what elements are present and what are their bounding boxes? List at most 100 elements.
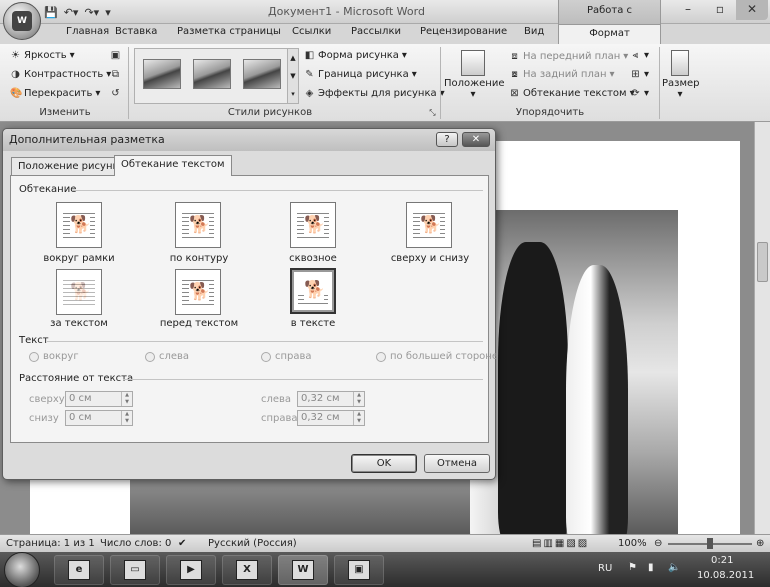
wrap-right-radio[interactable]: справа [261, 351, 312, 362]
office-button[interactable]: W [3, 2, 41, 40]
zoom-level[interactable]: 100% [618, 538, 647, 549]
zoom-out-icon[interactable]: ⊖ [654, 538, 662, 549]
taskbar-excel[interactable]: X [222, 555, 272, 585]
tab-mailings[interactable]: Рассылки [351, 26, 401, 37]
zoom-slider-knob[interactable] [707, 538, 713, 549]
vertical-scrollbar[interactable] [754, 122, 770, 534]
undo-icon[interactable]: ↶▾ [64, 6, 79, 19]
cancel-button[interactable]: Отмена [424, 454, 490, 473]
distance-top-input[interactable]: 0 см ▲ ▼ [65, 391, 133, 407]
divider [47, 341, 483, 342]
help-icon[interactable]: ? [436, 132, 458, 147]
dog-icon: 🐕 [70, 215, 92, 235]
style-thumb[interactable] [143, 59, 181, 89]
clock-time[interactable]: 0:21 [711, 555, 733, 566]
distance-right-input[interactable]: 0,32 см ▲ ▼ [297, 410, 365, 426]
maximize-icon[interactable]: ▫ [704, 0, 736, 20]
distance-bottom-input[interactable]: 0 см ▲ ▼ [65, 410, 133, 426]
wrap-top-bottom-option[interactable]: 🐕 [406, 202, 452, 248]
language-indicator[interactable]: Русский (Россия) [208, 538, 297, 549]
align-icon[interactable]: ⫷ ▾ [630, 50, 649, 61]
wrap-inline-option[interactable]: 🐕 [290, 268, 336, 314]
tab-page-layout[interactable]: Разметка страницы [177, 26, 281, 37]
ok-button[interactable]: OK [351, 454, 417, 473]
spinner-arrows-icon[interactable]: ▲ ▼ [121, 411, 132, 425]
picture-styles-gallery[interactable]: ▲ ▼ ▾ [134, 48, 299, 104]
wrap-largest-side-radio[interactable]: по большей стороне [376, 351, 498, 362]
wrap-through-label: сквозное [289, 253, 337, 264]
size-button[interactable]: Размер ▾ [662, 50, 700, 100]
picture-effects-button[interactable]: ◈ Эффекты для рисунка ▾ [304, 88, 445, 99]
customize-qat-icon[interactable]: ▾ [105, 6, 111, 19]
proofing-icon[interactable]: ✔ [178, 538, 186, 549]
dialog-title: Дополнительная разметка [9, 133, 165, 146]
brightness-button[interactable]: ☀ Яркость ▾ [10, 50, 75, 61]
picture-shape-button[interactable]: ◧ Форма рисунка ▾ [304, 50, 407, 61]
tab-text-wrapping[interactable]: Обтекание текстом [114, 155, 232, 176]
rotate-icon[interactable]: ⟳ ▾ [630, 88, 649, 99]
change-picture-icon[interactable]: ⧉ [110, 69, 121, 80]
dialog-title-bar[interactable]: Дополнительная разметка ? ✕ [3, 129, 495, 151]
spinner-arrows-icon[interactable]: ▲ ▼ [353, 392, 364, 406]
ribbon: ☀ Яркость ▾ ◑ Контрастность ▾ 🎨 Перекрасить ▾ … [0, 44, 770, 122]
distance-left-input[interactable]: 0,32 см ▲ ▼ [297, 391, 365, 407]
tray-volume-icon[interactable]: 🔈 [668, 562, 680, 573]
taskbar-word[interactable]: W [278, 555, 328, 585]
zoom-in-icon[interactable]: ⊕ [756, 538, 764, 549]
recolor-icon: 🎨 [10, 88, 23, 99]
wrap-left-radio[interactable]: слева [145, 351, 189, 362]
close-icon[interactable]: ✕ [462, 132, 490, 147]
position-button[interactable]: Положение ▾ [444, 50, 505, 100]
scrollbar-thumb[interactable] [757, 242, 768, 282]
redo-icon[interactable]: ↷▾ [84, 6, 99, 19]
tab-format[interactable]: Формат [558, 24, 661, 44]
tray-network-icon[interactable]: ▮ [648, 562, 654, 573]
border-icon: ✎ [305, 69, 314, 80]
tab-references[interactable]: Ссылки [292, 26, 331, 37]
gallery-scroll-icon[interactable]: ▲ ▼ ▾ [287, 49, 298, 103]
browser-icon: e [68, 560, 90, 580]
page-count[interactable]: Страница: 1 из 1 [6, 538, 95, 549]
wrap-in-front-option[interactable]: 🐕 [175, 269, 221, 315]
reset-picture-icon[interactable]: ↺ [110, 88, 121, 99]
picture-border-button[interactable]: ✎ Граница рисунка ▾ [304, 69, 416, 80]
style-thumb[interactable] [193, 59, 231, 89]
compress-pictures-icon[interactable]: ▣ [110, 50, 121, 61]
tab-review[interactable]: Рецензирование [420, 26, 507, 37]
contrast-icon: ◑ [11, 69, 20, 80]
wrap-behind-text-option[interactable]: 🐕 [56, 269, 102, 315]
close-window-icon[interactable]: ✕ [736, 0, 768, 20]
contrast-button[interactable]: ◑ Контрастность ▾ [10, 69, 111, 80]
group-label-arrange: Упорядочить [515, 107, 585, 118]
wrap-both-sides-radio[interactable]: вокруг [29, 351, 79, 362]
clock-date[interactable]: 10.08.2011 [697, 570, 754, 581]
spinner-arrows-icon[interactable]: ▲ ▼ [121, 392, 132, 406]
minimize-icon[interactable]: – [672, 0, 704, 20]
recolor-button[interactable]: 🎨 Перекрасить ▾ [10, 88, 100, 99]
word-count[interactable]: Число слов: 0 [100, 538, 171, 549]
tab-insert[interactable]: Вставка [115, 26, 157, 37]
spinner-arrows-icon[interactable]: ▲ ▼ [353, 411, 364, 425]
text-wrapping-button[interactable]: ⊠ Обтекание текстом ▾ [509, 88, 634, 99]
tab-view[interactable]: Вид [524, 26, 544, 37]
taskbar-picture[interactable]: ▣ [334, 555, 384, 585]
taskbar-explorer[interactable]: ▭ [110, 555, 160, 585]
wrap-through-option[interactable]: 🐕 [290, 202, 336, 248]
send-to-back-button[interactable]: ⧇ На задний план ▾ [509, 69, 614, 80]
taskbar-media[interactable]: ▶ [166, 555, 216, 585]
input-language[interactable]: RU [598, 563, 612, 574]
dog-icon: 🐕 [304, 280, 326, 300]
start-button[interactable] [4, 552, 40, 587]
dog-icon: 🐕 [420, 215, 442, 235]
view-buttons-icon[interactable]: ▤▥▦▧▨ [532, 538, 589, 549]
taskbar-ie[interactable]: e [54, 555, 104, 585]
save-icon[interactable]: 💾 [44, 6, 58, 19]
styles-dialog-launcher-icon[interactable]: ⤡ [427, 107, 438, 118]
style-thumb[interactable] [243, 59, 281, 89]
group-icon[interactable]: ⊞ ▾ [630, 69, 649, 80]
wrap-tight-option[interactable]: 🐕 [175, 202, 221, 248]
bring-to-front-button[interactable]: ⧈ На передний план ▾ [509, 51, 628, 62]
tray-flag-icon[interactable]: ⚑ [628, 562, 637, 573]
wrap-square-option[interactable]: 🐕 [56, 202, 102, 248]
tab-home[interactable]: Главная [66, 26, 109, 37]
